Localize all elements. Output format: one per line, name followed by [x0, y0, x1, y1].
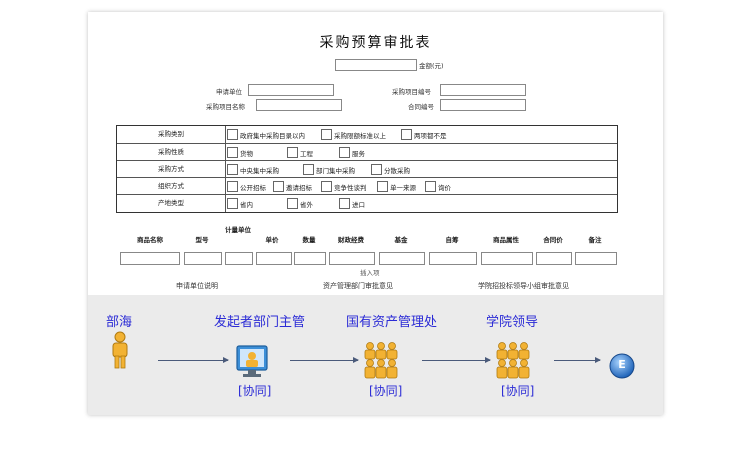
option-checkbox[interactable]: 分散采购	[371, 164, 410, 175]
option-checkbox[interactable]: 询价	[425, 181, 451, 192]
node-tag: [协同]	[238, 384, 272, 398]
option-checkbox[interactable]: 部门集中采购	[303, 164, 355, 175]
option-checkbox[interactable]: 采购限额标准以上	[321, 129, 386, 140]
node-label: 部海	[106, 315, 133, 330]
option-checkbox[interactable]: 政府集中采购目录以内	[227, 129, 305, 140]
procurement-options-table: 采购类别 政府集中采购目录以内 采购限额标准以上 两项都不是 采购性质 货物 工…	[116, 125, 618, 213]
table-cell-input[interactable]	[536, 252, 572, 265]
column-header: 数量	[302, 236, 316, 244]
option-checkbox[interactable]: 服务	[339, 147, 365, 158]
budget-approval-form: 采购预算审批表 金额(元) 申请单位 采购项目编号 采购项目名称 合同编号 采购…	[88, 12, 663, 295]
option-checkbox[interactable]: 省外	[287, 198, 313, 209]
workflow-diagram: 部海 发起者部门主管 [协同] 国有资产管理处 [协同] 学院领导 [协同] E	[88, 295, 663, 415]
footer-label: 申请单位说明	[176, 282, 218, 290]
project-no-input[interactable]	[440, 84, 526, 96]
section-row-category: 采购类别 政府集中采购目录以内 采购限额标准以上 两项都不是	[117, 126, 617, 143]
option-checkbox[interactable]: 货物	[227, 147, 253, 158]
contract-no-input[interactable]	[440, 99, 526, 111]
form-title: 采购预算审批表	[319, 35, 432, 51]
table-cell-input[interactable]	[379, 252, 425, 265]
section-label: 采购性质	[117, 144, 226, 161]
column-header: 备注	[588, 236, 602, 244]
section-label: 组织方式	[117, 178, 226, 195]
column-header: 型号	[195, 236, 209, 244]
option-checkbox[interactable]: 工程	[287, 147, 313, 158]
footer-label: 资产管理部门审批意见	[323, 282, 393, 290]
insert-row-link[interactable]: 插入项	[360, 267, 380, 277]
workflow-preview-card: 采购预算审批表 金额(元) 申请单位 采购项目编号 采购项目名称 合同编号 采购…	[88, 12, 663, 415]
project-name-input[interactable]	[256, 99, 342, 111]
project-no-label: 采购项目编号	[392, 88, 431, 96]
end-node-icon[interactable]: E	[608, 352, 636, 380]
option-checkbox[interactable]: 两项都不是	[401, 129, 447, 140]
section-row-nature: 采购性质 货物 工程 服务	[117, 143, 617, 161]
end-node-label: E	[618, 358, 626, 371]
node-label: 发起者部门主管	[214, 315, 306, 330]
applicant-unit-label: 申请单位	[216, 88, 242, 96]
option-checkbox[interactable]: 竞争性谈判	[321, 181, 367, 192]
node-tag: [协同]	[501, 384, 535, 398]
contract-no-label: 合同编号	[408, 103, 434, 111]
table-cell-input[interactable]	[481, 252, 533, 265]
flow-arrow	[554, 357, 601, 363]
section-row-organization: 组织方式 公开招标 邀请招标 竞争性谈判 单一来源 询价	[117, 177, 617, 195]
table-cell-input[interactable]	[575, 252, 617, 265]
person-icon[interactable]	[110, 331, 130, 369]
column-header: 基金	[394, 236, 408, 244]
table-cell-input[interactable]	[429, 252, 477, 265]
flow-arrow	[158, 357, 229, 363]
amount-label: 金额(元)	[419, 62, 444, 70]
table-cell-input[interactable]	[225, 252, 253, 265]
group-icon[interactable]	[494, 341, 532, 379]
option-checkbox[interactable]: 中央集中采购	[227, 164, 279, 175]
applicant-unit-input[interactable]	[248, 84, 334, 96]
table-cell-input[interactable]	[329, 252, 375, 265]
computer-user-icon[interactable]	[236, 345, 268, 379]
option-checkbox[interactable]: 邀请招标	[273, 181, 312, 192]
column-header: 合同价	[543, 236, 563, 244]
section-label: 采购类别	[117, 126, 226, 143]
column-header: 自筹	[445, 236, 459, 244]
footer-label: 学院招投标领导小组审批意见	[478, 282, 569, 290]
option-checkbox[interactable]: 公开招标	[227, 181, 266, 192]
flow-arrow	[422, 357, 491, 363]
table-cell-input[interactable]	[184, 252, 222, 265]
option-checkbox[interactable]: 省内	[227, 198, 253, 209]
table-cell-input[interactable]	[120, 252, 180, 265]
option-checkbox[interactable]: 进口	[339, 198, 365, 209]
project-name-label: 采购项目名称	[206, 103, 245, 111]
section-label: 产地类型	[117, 195, 226, 212]
node-tag: [协同]	[369, 384, 403, 398]
section-row-origin: 产地类型 省内 省外 进口	[117, 194, 617, 212]
column-header: 单价	[265, 236, 279, 244]
column-header: 财政经费	[338, 236, 364, 244]
table-cell-input[interactable]	[294, 252, 326, 265]
amount-input[interactable]	[335, 59, 417, 71]
option-checkbox[interactable]: 单一来源	[377, 181, 416, 192]
node-label: 学院领导	[486, 315, 539, 330]
section-row-method: 采购方式 中央集中采购 部门集中采购 分散采购	[117, 160, 617, 178]
node-label: 国有资产管理处	[346, 315, 438, 330]
column-header: 商品名称	[137, 236, 163, 244]
column-header: 商品属性	[493, 236, 519, 244]
table-cell-input[interactable]	[256, 252, 292, 265]
section-label: 采购方式	[117, 161, 226, 178]
column-header: 计量单位	[225, 226, 251, 234]
group-icon[interactable]	[362, 341, 400, 379]
flow-arrow	[290, 357, 359, 363]
